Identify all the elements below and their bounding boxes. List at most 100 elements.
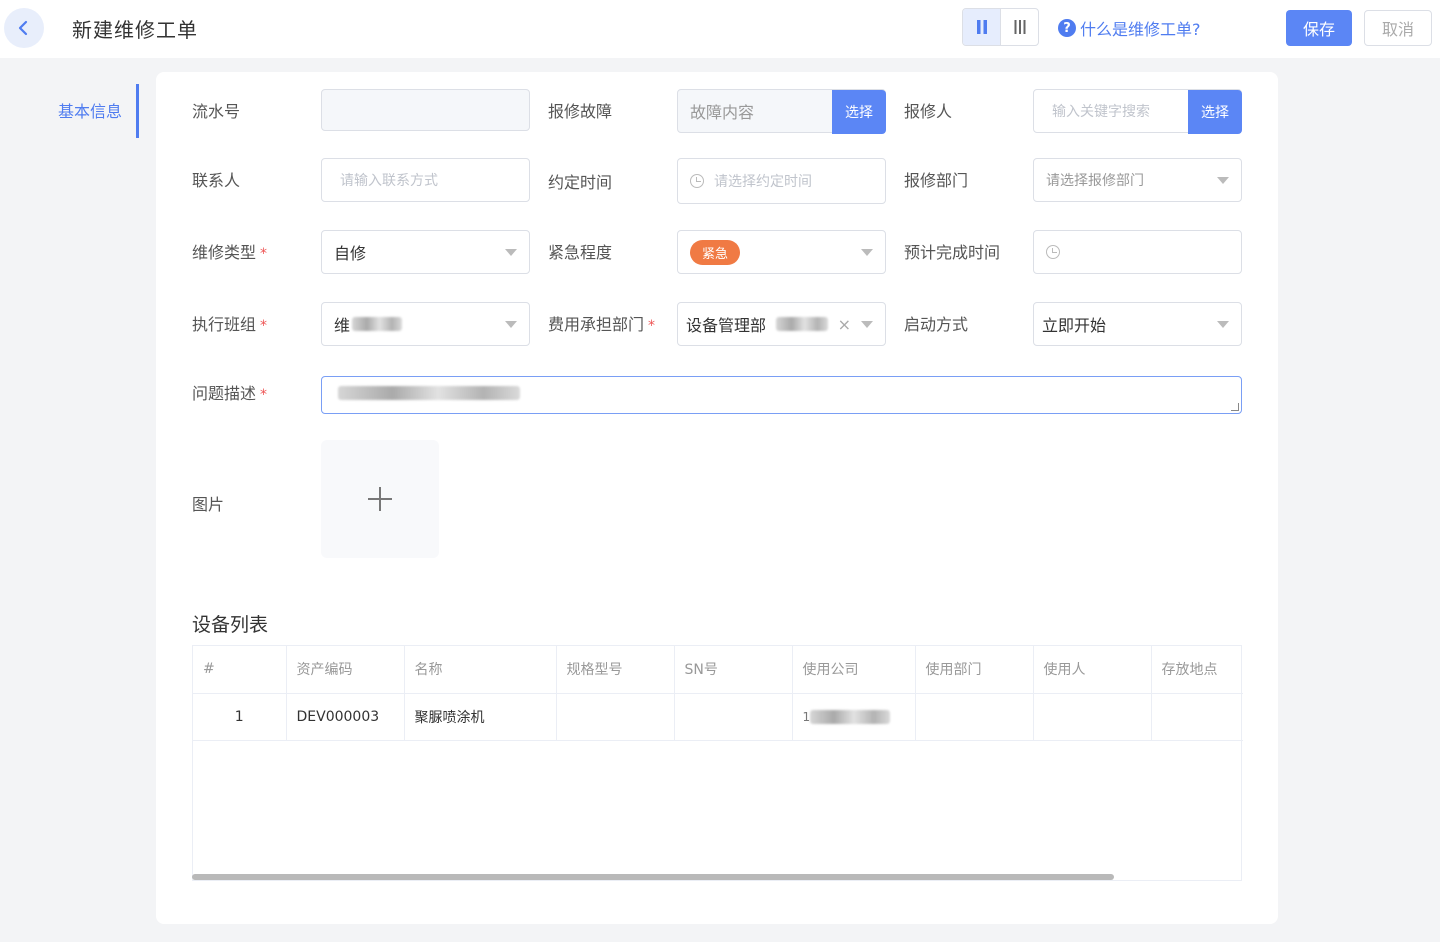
table-header-row: # 资产编码 名称 规格型号 SN号 使用公司 使用部门 使用人 存放地点 bbox=[193, 646, 1243, 694]
fault-placeholder: 故障内容 bbox=[690, 103, 755, 122]
appointment-placeholder: 请选择约定时间 bbox=[714, 174, 812, 190]
team-label-text: 执行班组 bbox=[192, 315, 257, 334]
repair-type-select[interactable]: 自修 bbox=[321, 230, 530, 274]
urgency-tag: 紧急 bbox=[690, 239, 741, 265]
back-button[interactable] bbox=[4, 8, 44, 48]
team-value-redacted bbox=[352, 317, 403, 331]
images-label: 图片 bbox=[192, 495, 225, 514]
serial-no-label: 流水号 bbox=[192, 102, 241, 121]
table-cell-sn bbox=[674, 693, 793, 741]
required-mark: * bbox=[260, 246, 268, 262]
est-finish-picker[interactable] bbox=[1033, 230, 1242, 274]
image-upload-button[interactable] bbox=[321, 440, 439, 558]
column-header[interactable]: 使用人 bbox=[1033, 646, 1152, 694]
table-cell-spec bbox=[556, 693, 675, 741]
start-mode-select[interactable]: 立即开始 bbox=[1033, 302, 1242, 346]
required-mark: * bbox=[648, 318, 656, 334]
urgency-select[interactable]: 紧急 bbox=[677, 230, 886, 274]
fault-select-button[interactable]: 选择 bbox=[832, 90, 886, 134]
clock-icon bbox=[1046, 245, 1060, 259]
column-header[interactable]: 使用部门 bbox=[915, 646, 1034, 694]
page-title: 新建维修工单 bbox=[72, 18, 198, 42]
urgency-label: 紧急程度 bbox=[548, 243, 613, 262]
layout-toggle bbox=[962, 8, 1039, 46]
contact-placeholder: 请输入联系方式 bbox=[340, 173, 438, 189]
dropdown-arrow-icon bbox=[505, 249, 517, 256]
team-label: 执行班组 * bbox=[192, 311, 267, 335]
help-link[interactable]: ? 什么是维修工单? bbox=[1058, 16, 1201, 40]
serial-no-field bbox=[321, 89, 530, 131]
table-row[interactable]: 1 DEV000003 聚脲喷涂机 1 bbox=[193, 693, 1243, 741]
dropdown-arrow-icon bbox=[861, 321, 873, 328]
table-horizontal-scrollbar[interactable] bbox=[192, 874, 1114, 880]
est-finish-label: 预计完成时间 bbox=[904, 243, 1001, 262]
description-textarea[interactable] bbox=[321, 376, 1242, 414]
layout-three-column-icon bbox=[1014, 20, 1025, 34]
dropdown-arrow-icon bbox=[505, 321, 517, 328]
column-header[interactable]: 使用公司 bbox=[792, 646, 916, 694]
clock-icon bbox=[690, 174, 704, 188]
table-cell-dept bbox=[915, 693, 1034, 741]
required-mark: * bbox=[260, 318, 268, 334]
column-header[interactable]: SN号 bbox=[674, 646, 793, 694]
repair-type-label: 维修类型 * bbox=[192, 239, 267, 263]
dropdown-arrow-icon bbox=[1217, 177, 1229, 184]
fault-label: 报修故障 bbox=[548, 102, 613, 121]
contact-input[interactable]: 请输入联系方式 bbox=[321, 158, 530, 202]
company-value-redacted bbox=[810, 709, 891, 724]
team-select[interactable]: 维 bbox=[321, 302, 530, 346]
reporter-field[interactable]: 输入关键字搜索 选择 bbox=[1033, 89, 1242, 134]
appointment-picker[interactable]: 请选择约定时间 bbox=[677, 158, 886, 204]
team-value: 维 bbox=[334, 316, 351, 335]
report-dept-placeholder: 请选择报修部门 bbox=[1046, 173, 1144, 189]
table-cell-location bbox=[1151, 693, 1243, 741]
reporter-placeholder: 输入关键字搜索 bbox=[1052, 104, 1150, 120]
reporter-label: 报修人 bbox=[904, 102, 953, 121]
cost-dept-value: 设备管理部 bbox=[686, 316, 767, 335]
column-header[interactable]: 规格型号 bbox=[556, 646, 675, 694]
layout-three-column-button[interactable] bbox=[1001, 9, 1038, 45]
table-cell-user bbox=[1033, 693, 1152, 741]
required-mark: * bbox=[260, 387, 268, 403]
table-cell-asset-code: DEV000003 bbox=[286, 693, 405, 741]
column-header[interactable]: 资产编码 bbox=[286, 646, 405, 694]
table-cell-company: 1 bbox=[792, 693, 916, 741]
column-header[interactable]: # bbox=[193, 646, 287, 694]
column-header[interactable]: 名称 bbox=[404, 646, 557, 694]
help-icon: ? bbox=[1058, 19, 1076, 37]
back-arrow-icon bbox=[18, 20, 28, 36]
clear-icon[interactable]: × bbox=[838, 315, 851, 334]
equipment-section-title: 设备列表 bbox=[192, 614, 269, 636]
form-card: 流水号 报修故障 故障内容 选择 报修人 输入关键字搜索 选择 联系人 请输入联… bbox=[156, 72, 1278, 924]
cost-dept-value-redacted bbox=[776, 317, 829, 331]
save-button[interactable]: 保存 bbox=[1286, 10, 1352, 46]
cancel-button[interactable]: 取消 bbox=[1364, 10, 1432, 46]
report-dept-select[interactable]: 请选择报修部门 bbox=[1033, 158, 1242, 202]
cost-dept-select[interactable]: 设备管理部 × bbox=[677, 302, 886, 346]
fault-field[interactable]: 故障内容 选择 bbox=[677, 89, 886, 134]
layout-two-column-icon bbox=[976, 20, 987, 34]
reporter-select-button[interactable]: 选择 bbox=[1188, 90, 1242, 134]
side-nav: 基本信息 bbox=[40, 84, 140, 138]
description-label-text: 问题描述 bbox=[192, 384, 257, 403]
top-bar: 新建维修工单 ? 什么是维修工单? 保存 取消 bbox=[0, 0, 1440, 58]
table-cell-name: 聚脲喷涂机 bbox=[404, 693, 557, 741]
resize-handle-icon[interactable] bbox=[1231, 403, 1239, 411]
report-dept-label: 报修部门 bbox=[904, 171, 969, 190]
equipment-table: # 资产编码 名称 规格型号 SN号 使用公司 使用部门 使用人 存放地点 1 … bbox=[192, 645, 1243, 881]
table-cell-index: 1 bbox=[193, 693, 287, 741]
column-header[interactable]: 存放地点 bbox=[1151, 646, 1243, 694]
help-link-text: 什么是维修工单? bbox=[1080, 20, 1201, 39]
description-value-redacted bbox=[338, 386, 520, 400]
plus-icon bbox=[368, 487, 392, 511]
description-label: 问题描述 * bbox=[192, 380, 267, 404]
cost-dept-label-text: 费用承担部门 bbox=[548, 315, 645, 334]
cost-dept-label: 费用承担部门 * bbox=[548, 311, 655, 335]
layout-two-column-button[interactable] bbox=[963, 9, 1001, 45]
side-nav-item-basic-info[interactable]: 基本信息 bbox=[58, 98, 122, 122]
repair-type-value: 自修 bbox=[334, 244, 367, 263]
dropdown-arrow-icon bbox=[1217, 321, 1229, 328]
repair-type-label-text: 维修类型 bbox=[192, 243, 257, 262]
start-mode-value: 立即开始 bbox=[1042, 316, 1107, 335]
appointment-label: 约定时间 bbox=[548, 173, 613, 192]
